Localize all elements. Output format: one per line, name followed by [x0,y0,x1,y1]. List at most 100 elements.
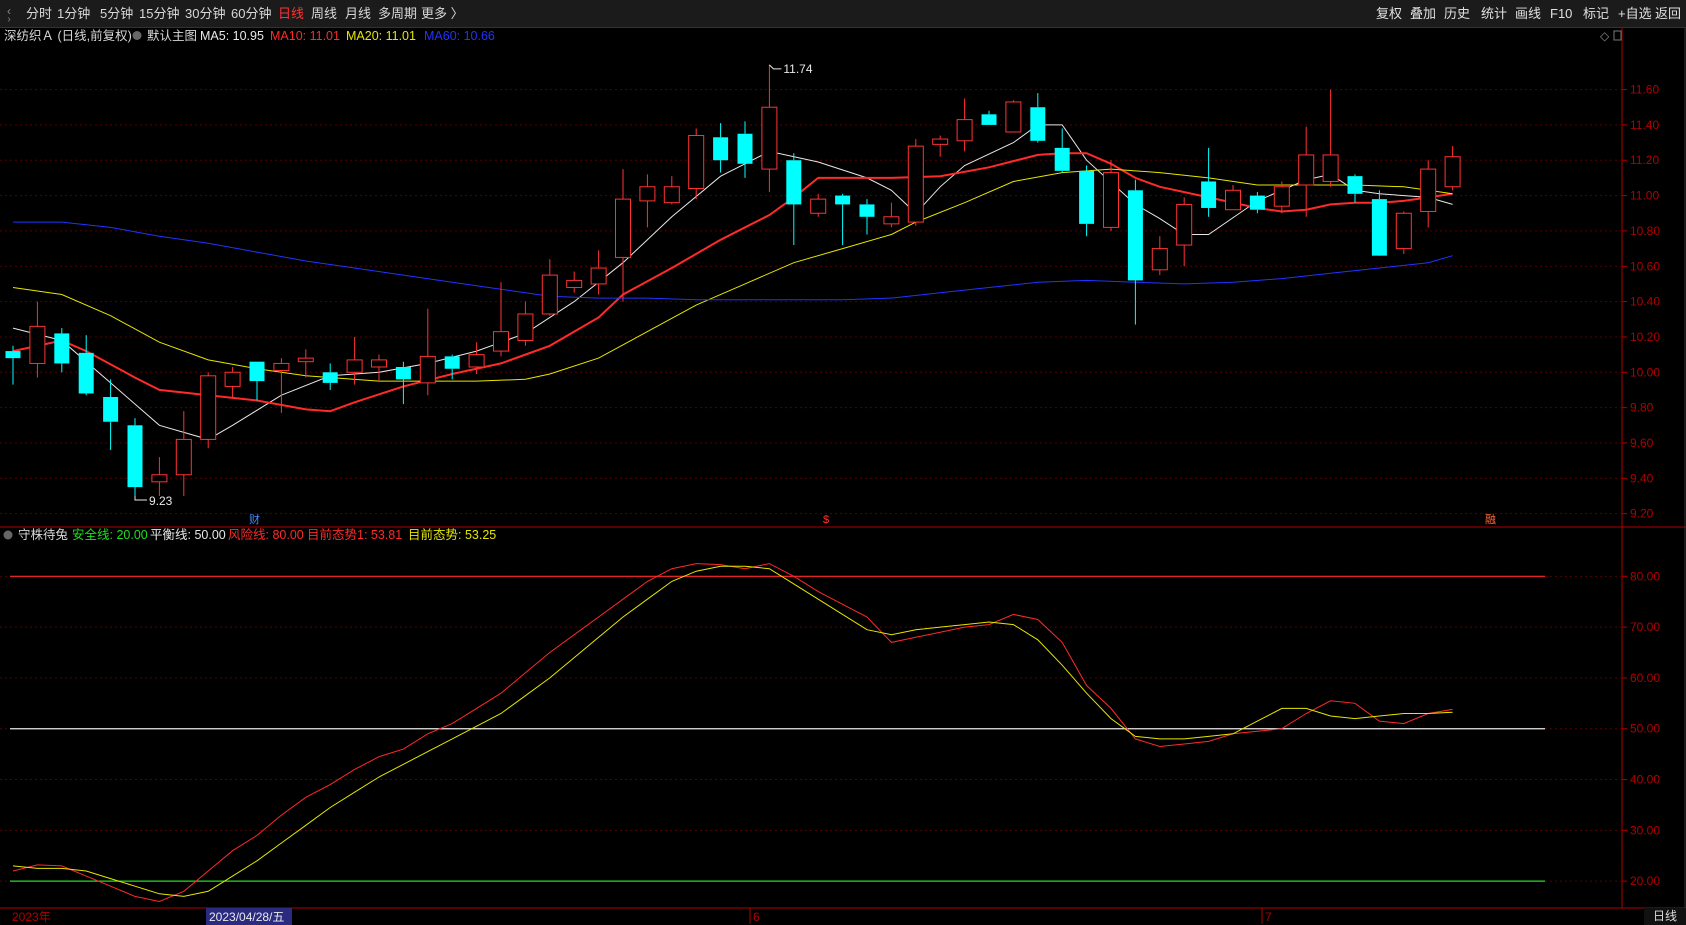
candle [322,363,338,390]
indicator-header: 守株待兔 安全线: 20.00 平衡线: 50.00 风险线: 80.00 目前… [3,527,496,542]
period-tab-60min[interactable]: 60分钟 [231,0,271,28]
candle [1054,128,1070,173]
period-toolbar: ‹ › 分时 1分钟 5分钟 15分钟 30分钟 60分钟 日线 周线 月线 多… [0,0,1686,28]
draw-line-button[interactable]: 画线 [1515,0,1541,28]
candle [541,259,558,316]
candle-body [322,372,338,383]
candle-body [1371,199,1387,256]
candle [907,139,924,226]
indicator-line-0 [12,563,1453,903]
candle-body [1444,156,1461,188]
overlay-button[interactable]: 叠加 [1410,0,1436,28]
statistics-button[interactable]: 统计 [1481,0,1507,28]
candle [78,335,94,396]
candle [956,98,973,152]
chart-name[interactable]: 默认主图 [147,28,197,43]
time-axis: 2023年 2023/04/28/五 6 7 [12,908,1272,925]
indicator-tick-label: 70.00 [1630,620,1660,634]
candle [1249,192,1265,214]
indicator-tick-label: 50.00 [1630,722,1660,736]
trend-label: 目前态势: 53.25 [408,527,496,542]
candlesticks[interactable] [5,64,1461,496]
candle [1005,100,1022,133]
candle [1103,160,1119,231]
candle [590,250,607,295]
candle [883,202,900,228]
indicator-title[interactable]: 守株待兔 [18,527,68,542]
main-header: 深纺织Ａ (日线,前复权) 默认主图 MA5: 10.95 MA10: 11.0… [4,28,1622,43]
candle [1176,197,1193,267]
candle-body [1347,176,1363,194]
indicator-line-1 [12,565,1453,897]
status-tab-daily[interactable]: 日线 [1644,908,1686,925]
period-tab-multi[interactable]: 多周期 [378,0,417,28]
candle [395,361,411,405]
candle [1444,146,1461,191]
candle [1225,184,1241,211]
candle-body [1249,195,1265,210]
trend1-label: 目前态势1: 53.81 [307,527,402,542]
period-tab-daily[interactable]: 日线 [278,0,304,28]
adjust-button[interactable]: 复权 [1376,0,1402,28]
finance-event-marker[interactable]: 财 [249,512,260,526]
high-arrow-icon [769,64,782,70]
ma20-label: MA20: 11.01 [346,29,416,43]
dropdown-icon[interactable] [132,31,142,40]
candle [1030,93,1046,143]
candle-body [956,119,973,142]
candle-body [1005,101,1022,133]
indicator-dropdown-icon[interactable] [3,530,13,540]
candle-body [541,274,558,315]
dividend-event-marker[interactable]: $ [823,514,829,526]
collapse-icon[interactable] [1613,30,1622,41]
candle-body [1420,168,1437,212]
period-tab-15min[interactable]: 15分钟 [139,0,179,28]
return-button[interactable]: 返回 [1655,0,1681,28]
forward-arrow-icon[interactable]: › [2,12,16,28]
period-tab-monthly[interactable]: 月线 [345,0,371,28]
ma5-label: MA5: 10.95 [200,29,264,43]
margin-event-marker[interactable]: 融 [1485,513,1496,526]
stock-label[interactable]: 深纺织Ａ (日线,前复权) [4,28,132,43]
period-tab-weekly[interactable]: 周线 [311,0,337,28]
candle-body [419,355,436,384]
period-tab-1min[interactable]: 1分钟 [57,0,90,28]
period-tab-more[interactable]: 更多 〉 [421,0,464,28]
candle [835,193,851,246]
candle-body [713,137,729,161]
candle-body [566,279,583,288]
time-label-cursor: 2023/04/28/五 [209,910,284,924]
candle-body [1273,186,1290,207]
time-label-year: 2023年 [12,910,51,924]
mark-button[interactable]: 标记 [1583,0,1609,28]
candle-body [224,371,241,387]
candle [1322,89,1339,187]
indicator-tick-label: 40.00 [1630,773,1660,787]
candle [1371,190,1387,256]
indicator-tick-label: 30.00 [1630,823,1660,837]
candle [688,128,705,200]
candle [761,64,778,193]
candle [859,199,875,235]
candle-body [444,356,460,369]
add-watchlist-button[interactable]: +自选 [1618,0,1652,28]
candle [932,135,949,157]
period-tab-minute[interactable]: 分时 [26,0,52,28]
candle [297,349,314,378]
candle [175,411,192,496]
diamond-icon[interactable]: ◇ [1600,29,1610,43]
candle-body [78,352,94,394]
history-button[interactable]: 历史 [1444,0,1470,28]
candle [371,354,387,382]
stock-chart[interactable]: 深纺织Ａ (日线,前复权) 默认主图 MA5: 10.95 MA10: 11.0… [0,28,1686,925]
ma10-label: MA10: 11.01 [270,29,340,43]
period-tab-30min[interactable]: 30分钟 [185,0,225,28]
candle [810,193,827,217]
f10-button[interactable]: F10 [1550,0,1572,28]
candle [249,361,265,401]
price-axis: 9.20 9.40 9.60 9.80 10.00 10.20 10.40 10.60 10.8… [1622,83,1660,521]
ma60-label: MA60: 10.66 [424,29,495,43]
candle-body [639,186,656,202]
candle [1201,147,1217,217]
period-tab-5min[interactable]: 5分钟 [100,0,133,28]
